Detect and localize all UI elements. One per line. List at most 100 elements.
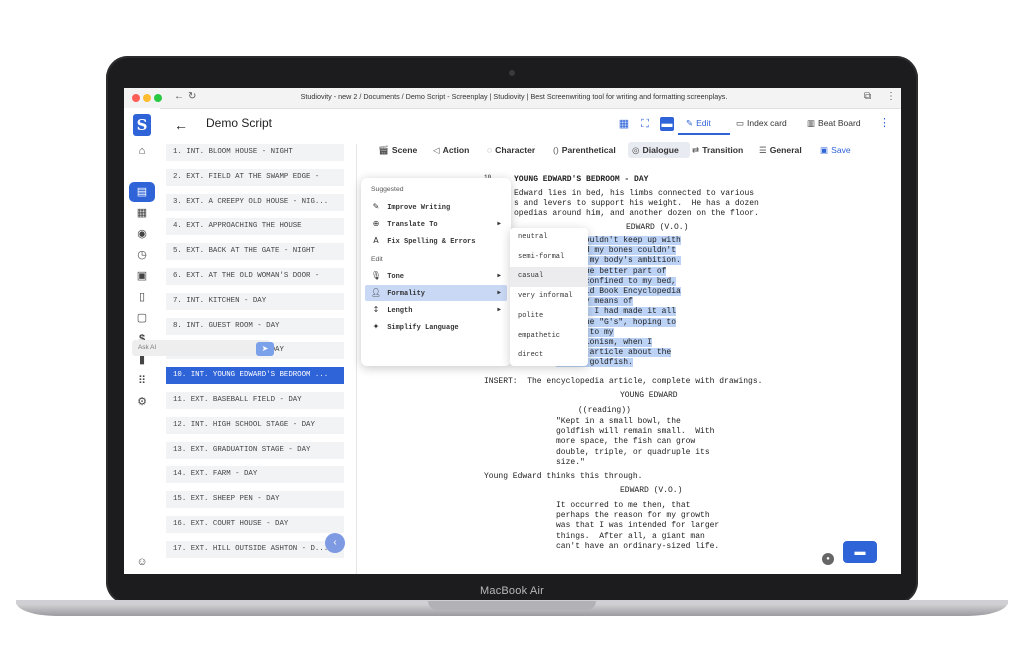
- script-line: can't have an ordinary-sized life.: [556, 541, 720, 551]
- scene-list-item[interactable]: 17. EXT. HILL OUTSIDE ASHTON - D...: [166, 540, 344, 558]
- scene-list-item[interactable]: 6. EXT. AT THE OLD WOMAN'S DOOR -: [166, 268, 344, 285]
- parenthetical[interactable]: ((reading)): [578, 406, 631, 416]
- parenthetical-icon: (): [553, 145, 559, 155]
- tone-option[interactable]: 🎙︎ Tone ▶: [365, 268, 507, 284]
- formality-submenu-item[interactable]: semi-formal: [510, 248, 588, 268]
- scene-list-item[interactable]: 5. EXT. BACK AT THE GATE - NIGHT: [166, 243, 344, 261]
- clapperboard-icon[interactable]: ▦: [131, 204, 153, 222]
- scene-list-item[interactable]: 7. INT. KITCHEN - DAY: [166, 292, 344, 310]
- dialogue-block[interactable]: It occurred to me then, that perhaps the …: [556, 501, 719, 552]
- more-vertical-icon[interactable]: ⋮: [886, 91, 896, 102]
- scene-list-item[interactable]: 2. EXT. FIELD AT THE SWAMP EDGE -: [166, 168, 344, 186]
- scene-list-item[interactable]: 14. EXT. FARM - DAY: [166, 466, 344, 484]
- app-logo-icon[interactable]: S: [133, 114, 151, 136]
- scene-list-item[interactable]: 15. EXT. SHEEP PEN - DAY: [166, 491, 344, 509]
- scene-list-item[interactable]: 1. INT. BLOOM HOUSE - NIGHT: [166, 144, 344, 161]
- ai-assist-popup: Suggested ✎ Improve Writing ⊕ Translate …: [361, 178, 511, 366]
- transition-element-button[interactable]: ⇄ Transition: [692, 145, 743, 156]
- close-window-icon[interactable]: [132, 94, 140, 102]
- scene-heading-text: YOUNG EDWARD'S BEDROOM - DAY: [514, 175, 649, 184]
- character-element-label: Character: [495, 145, 536, 155]
- calendar-icon[interactable]: ▣: [131, 267, 153, 285]
- back-icon[interactable]: ←: [174, 91, 184, 102]
- scene-element-button[interactable]: 🎬︎ Scene: [378, 145, 417, 156]
- file-icon[interactable]: ▯: [131, 288, 153, 306]
- scene-list-item[interactable]: 10. INT. YOUNG EDWARD'S BEDROOM ...: [166, 367, 344, 385]
- tab-edit[interactable]: ✎ Edit: [686, 118, 711, 129]
- insert-line[interactable]: INSERT: The encyclopedia article, comple…: [484, 377, 762, 387]
- back-arrow-icon[interactable]: ←: [174, 117, 188, 133]
- character-cue[interactable]: YOUNG EDWARD: [620, 391, 678, 401]
- character-cue[interactable]: EDWARD (V.O.): [620, 486, 682, 496]
- action-line[interactable]: Young Edward thinks this through.: [484, 472, 642, 482]
- script-line: things. After all, a giant man: [556, 531, 705, 541]
- script-line: perhaps the reason for my growth: [556, 511, 710, 521]
- general-element-button[interactable]: ☰ General: [759, 145, 802, 156]
- simplify-language-option[interactable]: ✦ Simplify Language: [365, 319, 507, 335]
- script-document-icon[interactable]: ▤: [131, 183, 153, 201]
- minimize-window-icon[interactable]: [143, 94, 151, 102]
- send-icon[interactable]: ➤: [256, 342, 274, 356]
- camera-button-icon[interactable]: ●: [822, 553, 834, 565]
- tab-beat-board[interactable]: ▥ Beat Board: [807, 118, 861, 129]
- formality-submenu-item[interactable]: very informal: [510, 287, 588, 307]
- scene-list-item[interactable]: 4. EXT. APPROACHING THE HOUSE: [166, 218, 344, 236]
- option-label: Fix Spelling & Errors: [387, 238, 476, 246]
- scene-list-item[interactable]: 8. INT. GUEST ROOM - DAY: [166, 317, 344, 335]
- suggested-heading: Suggested: [371, 186, 404, 193]
- translate-to-option[interactable]: ⊕ Translate To ▶: [365, 216, 507, 232]
- film-reel-icon[interactable]: ◉: [131, 225, 153, 243]
- tab-index-card[interactable]: ▭ Index card: [736, 118, 787, 129]
- length-option[interactable]: ↕ Length ▶: [365, 302, 507, 318]
- character-icon: ◌: [487, 145, 493, 155]
- script-line: more space, the fish can grow: [556, 437, 696, 447]
- scene-list-item[interactable]: 13. EXT. GRADUATION STAGE - DAY: [166, 441, 344, 459]
- extensions-icon[interactable]: ⧉: [864, 91, 871, 102]
- action-block[interactable]: Edward lies in bed, his limbs connected …: [514, 189, 759, 220]
- formality-submenu-item[interactable]: casual: [510, 267, 588, 287]
- more-options-icon[interactable]: ⋮: [879, 116, 890, 129]
- tab-beat-board-label: Beat Board: [818, 118, 861, 128]
- action-element-button[interactable]: ◁ Action: [433, 145, 469, 156]
- user-avatar-icon[interactable]: ☺: [131, 553, 153, 571]
- chat-icon[interactable]: ▬: [843, 541, 877, 563]
- ask-ai-input[interactable]: Ask AI ➤: [132, 340, 274, 356]
- dialogue-element-button[interactable]: ◎ Dialogue: [632, 145, 679, 156]
- scene-list-item[interactable]: 12. INT. HIGH SCHOOL STAGE - DAY: [166, 416, 344, 434]
- home-icon[interactable]: ⌂: [131, 142, 153, 160]
- formality-submenu-item[interactable]: neutral: [510, 228, 588, 248]
- scene-list-item[interactable]: 11. EXT. BASEBALL FIELD - DAY: [166, 392, 344, 409]
- formality-submenu-item[interactable]: polite: [510, 307, 588, 327]
- fix-spelling-option[interactable]: A Fix Spelling & Errors: [365, 233, 507, 249]
- clock-icon[interactable]: ◷: [131, 246, 153, 264]
- formality-submenu-item[interactable]: empathetic: [510, 327, 588, 347]
- formality-option[interactable]: 👤︎ Formality ▶: [365, 285, 507, 301]
- dialogue-element-label: Dialogue: [642, 145, 679, 155]
- comment-icon[interactable]: ▬: [660, 117, 674, 131]
- parenthetical-element-button[interactable]: () Parenthetical: [553, 145, 616, 155]
- scene-heading[interactable]: YOUNG EDWARD'S BEDROOM - DAY: [514, 175, 648, 185]
- reload-icon[interactable]: ↻: [188, 91, 196, 102]
- script-line: "Kept in a small bowl, the: [556, 417, 681, 426]
- scene-list-item[interactable]: 16. EXT. COURT HOUSE - DAY: [166, 516, 344, 533]
- improve-writing-option[interactable]: ✎ Improve Writing: [365, 199, 507, 215]
- save-button[interactable]: ▣ Save: [820, 145, 851, 156]
- camera-icon: [509, 70, 515, 76]
- length-icon: ↕: [372, 305, 380, 314]
- maximize-window-icon[interactable]: [154, 94, 162, 102]
- screen: ← ↻ Studiovity - new 2 / Documents / Dem…: [124, 88, 901, 574]
- character-cue[interactable]: EDWARD (V.O.): [626, 223, 688, 233]
- formality-submenu-item[interactable]: direct: [510, 346, 588, 366]
- scene-list-item[interactable]: 3. EXT. A CREEPY OLD HOUSE - NIG...: [166, 193, 344, 211]
- collapse-panel-button[interactable]: ‹: [325, 533, 345, 553]
- character-element-button[interactable]: ◌ Character: [487, 145, 535, 155]
- grid-icon[interactable]: ⠿: [131, 372, 153, 390]
- contact-card-icon[interactable]: ▢: [131, 309, 153, 327]
- index-card-icon: ▭: [736, 118, 745, 128]
- dialogue-block[interactable]: "Kept in a small bowl, the goldfish will …: [556, 417, 714, 468]
- settings-icon[interactable]: ⚙: [131, 393, 153, 411]
- fullscreen-icon[interactable]: ⛶: [638, 117, 652, 131]
- layout-icon[interactable]: ▦: [617, 117, 631, 131]
- submenu-arrow-icon: ▶: [497, 306, 501, 313]
- clapper-icon: 🎬︎: [378, 145, 389, 155]
